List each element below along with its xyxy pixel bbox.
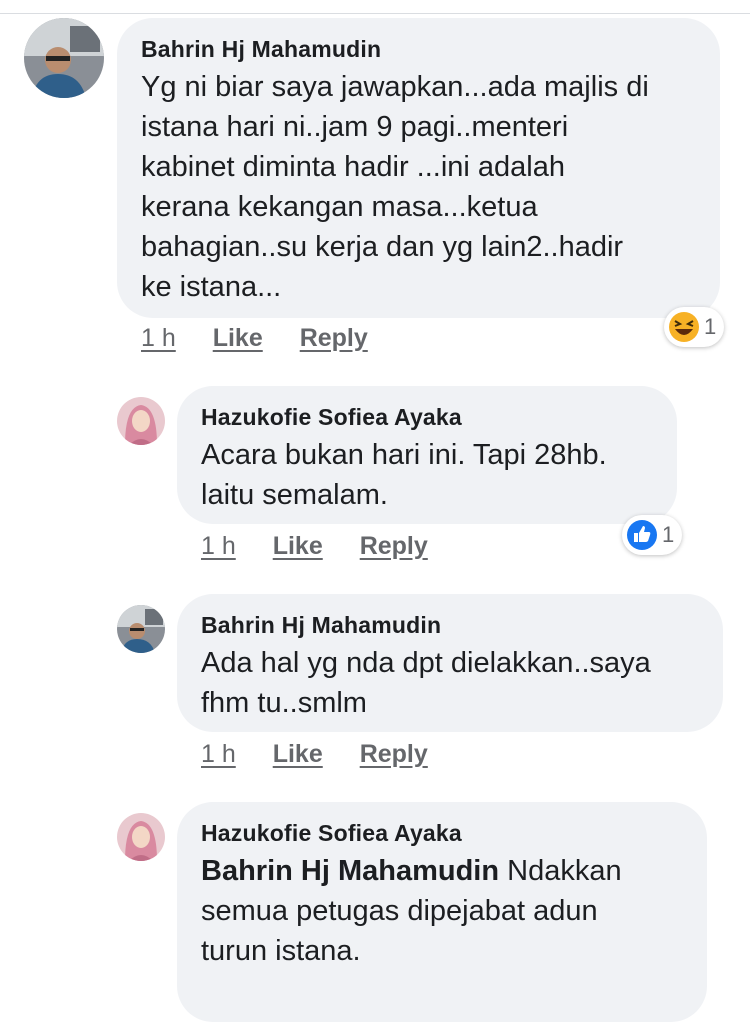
comment-text-line: kerana kekangan masa...ketua bbox=[141, 191, 538, 223]
avatar-photo-man-icon bbox=[117, 605, 165, 653]
reaction-count: 1 bbox=[662, 522, 675, 547]
comment-text-line: Ada hal yg nda dpt dielakkan..saya bbox=[201, 647, 651, 679]
comment-actions: 1 h Like Reply bbox=[141, 324, 368, 353]
comment-text-fragment: Ndakkan bbox=[499, 855, 622, 887]
comment-bubble: Hazukofie Sofiea Ayaka Acara bukan hari … bbox=[177, 386, 677, 524]
comment-actions: 1 h Like Reply bbox=[201, 532, 428, 561]
comment-text-line: Acara bukan hari ini. Tapi 28hb. bbox=[201, 439, 607, 471]
mention-link[interactable]: Bahrin Hj Mahamudin bbox=[201, 855, 499, 887]
avatar-photo-woman-icon bbox=[117, 397, 165, 445]
avatar[interactable] bbox=[117, 605, 165, 653]
comment-timestamp[interactable]: 1 h bbox=[201, 532, 236, 560]
reaction-count: 1 bbox=[704, 314, 717, 339]
comment-timestamp[interactable]: 1 h bbox=[201, 740, 236, 768]
comment-text-line: bahagian..su kerja dan yg lain2..hadir bbox=[141, 231, 624, 263]
comment-text-line: ke istana... bbox=[141, 271, 282, 303]
avatar[interactable] bbox=[117, 813, 165, 861]
reaction-badge[interactable]: 1 bbox=[622, 515, 683, 555]
comment-author[interactable]: Hazukofie Sofiea Ayaka bbox=[201, 820, 683, 847]
haha-reaction-icon bbox=[668, 311, 700, 343]
comment-timestamp[interactable]: 1 h bbox=[141, 324, 176, 352]
reply-button[interactable]: Reply bbox=[300, 324, 368, 352]
like-button[interactable]: Like bbox=[213, 324, 263, 352]
comment-text-line: kabinet diminta hadir ...ini adalah bbox=[141, 151, 565, 183]
comment-actions: 1 h Like Reply bbox=[201, 740, 428, 769]
reply-button[interactable]: Reply bbox=[360, 740, 428, 768]
comment-author[interactable]: Bahrin Hj Mahamudin bbox=[141, 36, 696, 63]
comment-text-line: turun istana. bbox=[201, 935, 361, 967]
like-button[interactable]: Like bbox=[273, 740, 323, 768]
comment-text-line: Bahrin Hj Mahamudin Ndakkan bbox=[201, 851, 683, 891]
comment-bubble: Hazukofie Sofiea Ayaka Bahrin Hj Mahamud… bbox=[177, 802, 707, 1022]
comment-author[interactable]: Bahrin Hj Mahamudin bbox=[201, 612, 699, 639]
comment-text-line: istana hari ni..jam 9 pagi..menteri bbox=[141, 111, 569, 143]
comment-text-line: semua petugas dipejabat adun bbox=[201, 895, 598, 927]
like-reaction-icon bbox=[626, 519, 658, 551]
avatar-photo-man-icon bbox=[24, 18, 104, 98]
comment-author[interactable]: Hazukofie Sofiea Ayaka bbox=[201, 404, 653, 431]
reply-button[interactable]: Reply bbox=[360, 532, 428, 560]
top-divider bbox=[0, 13, 750, 14]
comment-text-line: fhm tu..smlm bbox=[201, 687, 367, 719]
avatar-photo-woman-icon bbox=[117, 813, 165, 861]
reaction-badge[interactable]: 1 bbox=[664, 307, 725, 347]
comment-text-line: laitu semalam. bbox=[201, 479, 388, 511]
avatar[interactable] bbox=[117, 397, 165, 445]
like-button[interactable]: Like bbox=[273, 532, 323, 560]
comment-text-line: Yg ni biar saya jawapkan...ada majlis di bbox=[141, 71, 649, 103]
comment-bubble: Bahrin Hj Mahamudin Ada hal yg nda dpt d… bbox=[177, 594, 723, 732]
comment-bubble: Bahrin Hj Mahamudin Yg ni biar saya jawa… bbox=[117, 18, 720, 318]
avatar[interactable] bbox=[24, 18, 104, 98]
